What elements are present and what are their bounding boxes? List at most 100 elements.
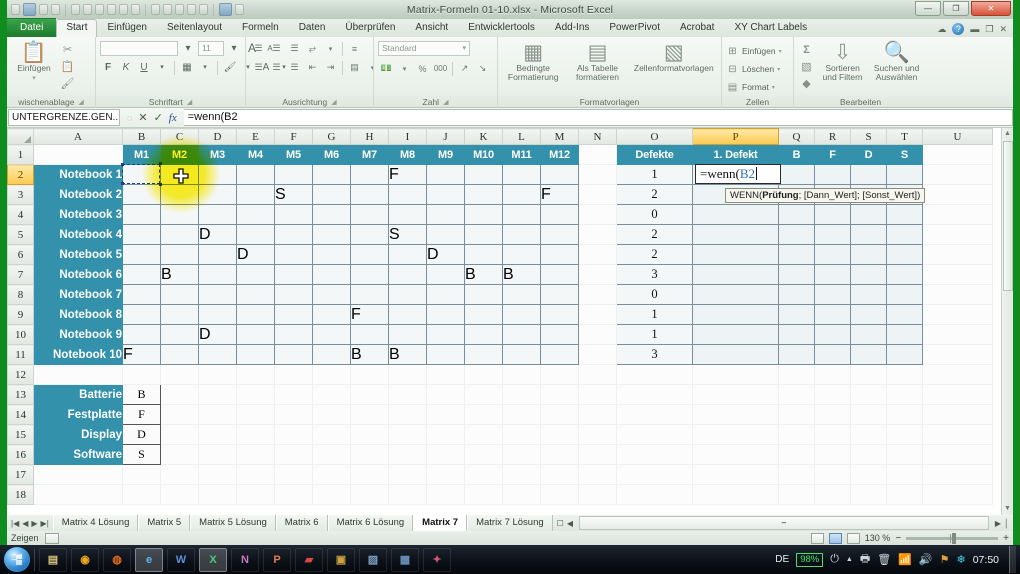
cell-B14[interactable]: F [123,405,161,425]
cell-R9[interactable] [815,305,851,325]
cell-F18[interactable] [275,485,313,505]
cell-Q8[interactable] [779,285,815,305]
cell-N3[interactable] [579,185,617,205]
clipboard-mini-buttons[interactable]: ✂ 📋 🖌 [59,40,76,91]
cell-N2[interactable] [579,165,617,185]
cell-J17[interactable] [427,465,465,485]
cell-L3[interactable] [503,185,541,205]
cell-H8[interactable] [351,285,389,305]
font-name-input[interactable] [100,41,178,56]
cell-G9[interactable] [313,305,351,325]
cell-I4[interactable] [389,205,427,225]
cell-K9[interactable] [465,305,503,325]
cell-M11[interactable] [541,345,579,365]
cell-M6[interactable] [541,245,579,265]
column-header-o[interactable]: O [617,129,693,145]
page-break-view-button[interactable] [847,533,860,544]
vertical-scrollbar[interactable]: ▲ ▼ [1001,128,1013,515]
cell-A1[interactable] [34,145,123,165]
cell-L12[interactable] [503,365,541,385]
cell-R14[interactable] [815,405,851,425]
sheet-tab-matrix-7-loesung[interactable]: Matrix 7 Lösung [467,515,553,531]
cell-N5[interactable] [579,225,617,245]
number-format-row[interactable]: Standard ▾ [378,40,470,57]
cell-H14[interactable] [351,405,389,425]
align-right-icon[interactable]: ☰ [286,60,303,75]
cell-N9[interactable] [579,305,617,325]
cell-E10[interactable] [237,325,275,345]
cell-E11[interactable] [237,345,275,365]
ribbon-tab-powerpivot[interactable]: PowerPivot [599,19,670,37]
cell-I16[interactable] [389,445,427,465]
bold-button[interactable]: F [100,60,116,75]
sheet-nav-right[interactable]: ☐ ◀ [553,515,577,531]
cell-G15[interactable] [313,425,351,445]
cell-P17[interactable] [693,465,779,485]
cell-T17[interactable] [887,465,923,485]
row-header-11[interactable]: 11 [8,345,34,365]
confirm-formula-button[interactable]: ✓ [154,111,163,124]
cell-F4[interactable] [275,205,313,225]
cell-J5[interactable] [427,225,465,245]
ribbon-tab-xy-chart-labels[interactable]: XY Chart Labels [724,19,817,37]
ribbon-tab-ansicht[interactable]: Ansicht [405,19,458,37]
cell-styles-button[interactable]: ▧ Zellenformatvorlagen [631,40,717,73]
new-sheet-icon[interactable]: ☐ [557,519,564,528]
cell-A2[interactable]: Notebook 1 [34,165,123,185]
cell-S11[interactable] [851,345,887,365]
autosum-icon[interactable]: Σ [798,42,815,57]
cell-C17[interactable] [161,465,199,485]
cell-N4[interactable] [579,205,617,225]
row-header-16[interactable]: 16 [8,445,34,465]
macro-record-icon[interactable] [45,533,59,544]
split-handle-icon[interactable]: │ [1004,519,1009,528]
cell-N12[interactable] [579,365,617,385]
cell-B9[interactable] [123,305,161,325]
column-header-p[interactable]: P [693,129,779,145]
align-center-icon[interactable]: ☰ [268,60,285,75]
cell-B12[interactable] [123,365,161,385]
cell-B7[interactable] [123,265,161,285]
cell-Q2[interactable] [779,165,815,185]
cell-L10[interactable] [503,325,541,345]
window-restore-icon[interactable]: ❐ [985,24,993,35]
cell-D12[interactable] [199,365,237,385]
cell-L1[interactable]: M11 [503,145,541,165]
cell-M15[interactable] [541,425,579,445]
row-header-4[interactable]: 4 [8,205,34,225]
cell-T1[interactable]: S [887,145,923,165]
cell-F14[interactable] [275,405,313,425]
cell-C6[interactable] [161,245,199,265]
cell-M2[interactable] [541,165,579,185]
delete-cells-button[interactable]: ⊟ Löschen ▾ [726,61,780,77]
cell-C2[interactable] [161,165,199,185]
sort-filter-button[interactable]: ⇩ Sortieren und Filtern [819,40,866,82]
column-header-f[interactable]: F [275,129,313,145]
orientation-chevron-icon[interactable]: ▾ [322,41,339,56]
cell-C8[interactable] [161,285,199,305]
zoom-level[interactable]: 130 % [865,533,891,543]
cell-A18[interactable] [34,485,123,505]
cell-P14[interactable] [693,405,779,425]
cell-I18[interactable] [389,485,427,505]
cell-R1[interactable]: F [815,145,851,165]
show-desktop-button[interactable] [1009,546,1016,573]
column-header-r[interactable]: R [815,129,851,145]
close-button[interactable]: ✕ [971,1,1011,16]
action-center-icon[interactable]: ⚑ [940,553,950,566]
cell-M5[interactable] [541,225,579,245]
cell-H10[interactable] [351,325,389,345]
insert-cells-button[interactable]: ⊞ Einfügen ▾ [726,43,782,59]
cell-A15[interactable]: Display [34,425,123,445]
formula-bar[interactable]: UNTERGRENZE.GEN... ▾ ◌ ✕ ✓ fx =wenn(B2 [7,108,1013,128]
cell-T7[interactable] [887,265,923,285]
cell-K6[interactable] [465,245,503,265]
alignment-dialog-launcher-icon[interactable]: ◢ [331,98,336,106]
cell-G10[interactable] [313,325,351,345]
cut-icon[interactable]: ✂ [59,42,76,57]
cell-Q18[interactable] [779,485,815,505]
cell-G16[interactable] [313,445,351,465]
cell-U18[interactable] [923,485,993,505]
cell-O1[interactable]: Defekte [617,145,693,165]
cell-K10[interactable] [465,325,503,345]
